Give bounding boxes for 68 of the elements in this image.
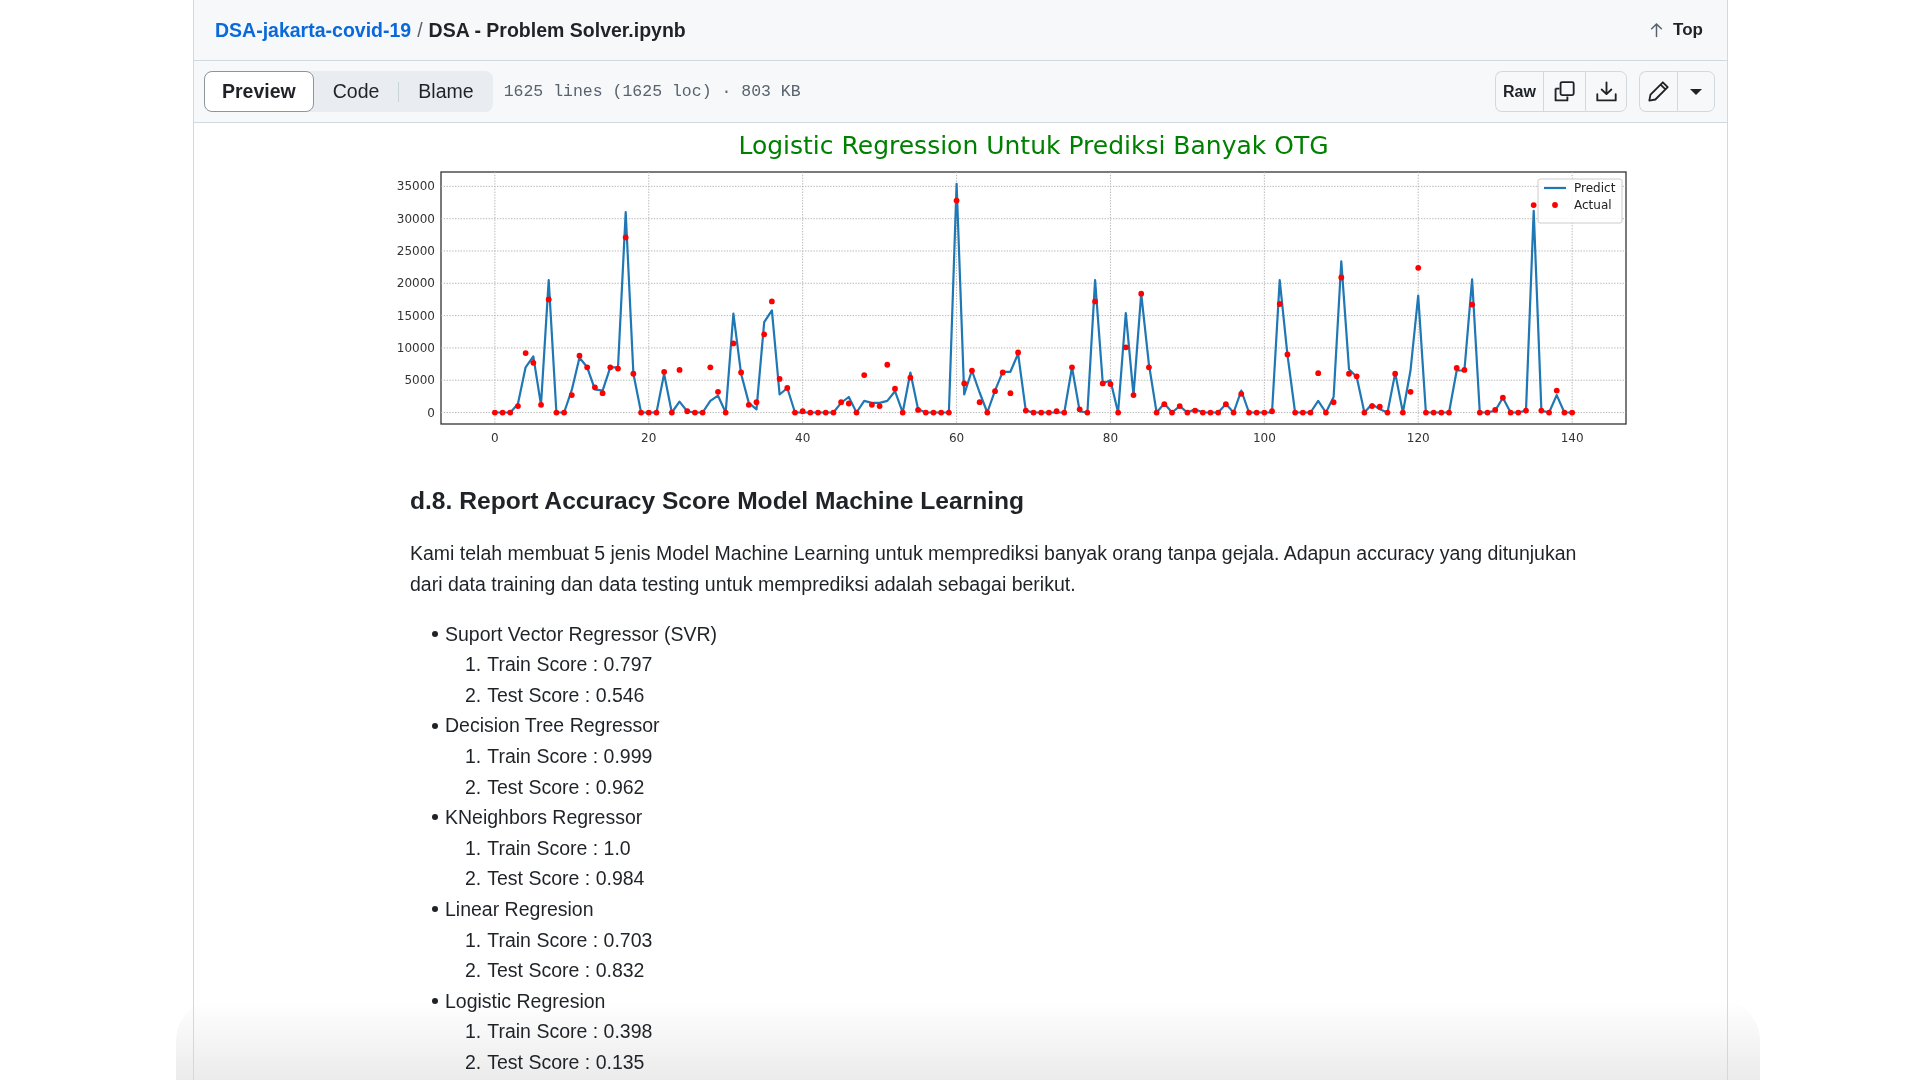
score-text: Test Score : 0.135: [487, 1049, 645, 1075]
download-icon: [1595, 81, 1617, 102]
x-tick-label: 140: [1560, 431, 1584, 445]
edit-button[interactable]: [1639, 71, 1677, 112]
file-name: DSA - Problem Solver.ipynb: [428, 18, 686, 42]
x-tick-label: 80: [1102, 431, 1119, 445]
bullet-icon: [432, 906, 438, 913]
section-heading: d.8. Report Accuracy Score Model Machine Learning: [410, 486, 1026, 516]
x-tick-label: 20: [641, 431, 657, 445]
bullet-icon: [432, 630, 438, 637]
list-number: 1.: [465, 927, 482, 953]
list-number: 2.: [465, 958, 482, 984]
bullet-icon: [432, 814, 438, 821]
copy-icon: [1554, 81, 1575, 102]
y-tick-label: 25000: [396, 244, 435, 258]
list-number: 1.: [465, 835, 482, 861]
score-text: Test Score : 0.984: [487, 866, 645, 892]
score-text: Test Score : 0.832: [487, 958, 645, 984]
model-name: Decision Tree Regressor: [445, 713, 660, 739]
x-tick-label: 100: [1252, 431, 1276, 445]
list-number: 2.: [465, 774, 482, 800]
top-link[interactable]: Top: [1649, 20, 1703, 40]
bullet-icon: [432, 998, 438, 1004]
raw-button[interactable]: Raw: [1495, 71, 1543, 112]
model-name: Logistic Regresion: [445, 988, 606, 1014]
x-tick-label: 40: [795, 431, 811, 445]
model-name: Suport Vector Regressor (SVR): [445, 621, 718, 647]
view-tab[interactable]: Code: [313, 71, 399, 112]
legend-label: Actual: [1574, 198, 1612, 212]
bullet-icon: [432, 722, 438, 729]
chart-title: Logistic Regression Untuk Prediksi Banyak OTG: [738, 131, 1329, 160]
score-text: Train Score : 0.398: [487, 1019, 653, 1045]
intro-paragraph: Kami telah membuat 5 jenis Model Machine Learning untuk memprediksi banyak orang tanpa gejala. Adapun accuracy yang ditunjukan dari data training dan data testing untuk memprediksi adalah sebagai berikut.: [410, 541, 1578, 597]
caret-icon: [1690, 88, 1702, 95]
y-tick-label: 0: [427, 405, 435, 420]
list-number: 1.: [465, 1019, 482, 1045]
list-number: 2.: [465, 1049, 482, 1075]
path-separator: /: [417, 18, 423, 42]
score-text: Test Score : 0.546: [487, 682, 645, 708]
list-number: 1.: [465, 652, 482, 678]
arrow-up-icon: [1649, 22, 1665, 38]
file-info: 1625 lines (1625 loc) · 803 KB: [503, 82, 801, 101]
score-text: Train Score : 0.797: [487, 652, 653, 678]
y-tick-label: 20000: [396, 276, 435, 291]
y-tick-label: 15000: [396, 308, 435, 323]
repo-link[interactable]: DSA-jakarta-covid-19: [215, 18, 412, 42]
list-number: 1.: [465, 743, 482, 769]
y-tick-label: 5000: [404, 373, 435, 388]
score-text: Train Score : 0.999: [487, 743, 653, 769]
x-tick-label: 0: [491, 431, 499, 445]
model-name: KNeighbors Regressor: [445, 805, 643, 831]
legend-label: Predict: [1574, 181, 1616, 195]
list-number: 2.: [465, 682, 482, 708]
view-tab[interactable]: Preview: [204, 71, 314, 112]
y-tick-label: 10000: [396, 340, 435, 355]
download-button[interactable]: [1585, 71, 1627, 112]
score-text: Train Score : 0.703: [487, 927, 653, 953]
view-tab[interactable]: Blame: [399, 71, 493, 112]
pencil-icon: [1648, 81, 1669, 102]
copy-button[interactable]: [1543, 71, 1585, 112]
y-tick-label: 35000: [396, 179, 435, 194]
model-name: Linear Regresion: [445, 896, 594, 922]
x-tick-label: 60: [948, 431, 965, 445]
x-tick-label: 120: [1406, 431, 1430, 445]
score-text: Train Score : 1.0: [487, 835, 631, 861]
list-number: 2.: [465, 866, 482, 892]
score-text: Test Score : 0.962: [487, 774, 645, 800]
y-tick-label: 30000: [396, 211, 435, 226]
